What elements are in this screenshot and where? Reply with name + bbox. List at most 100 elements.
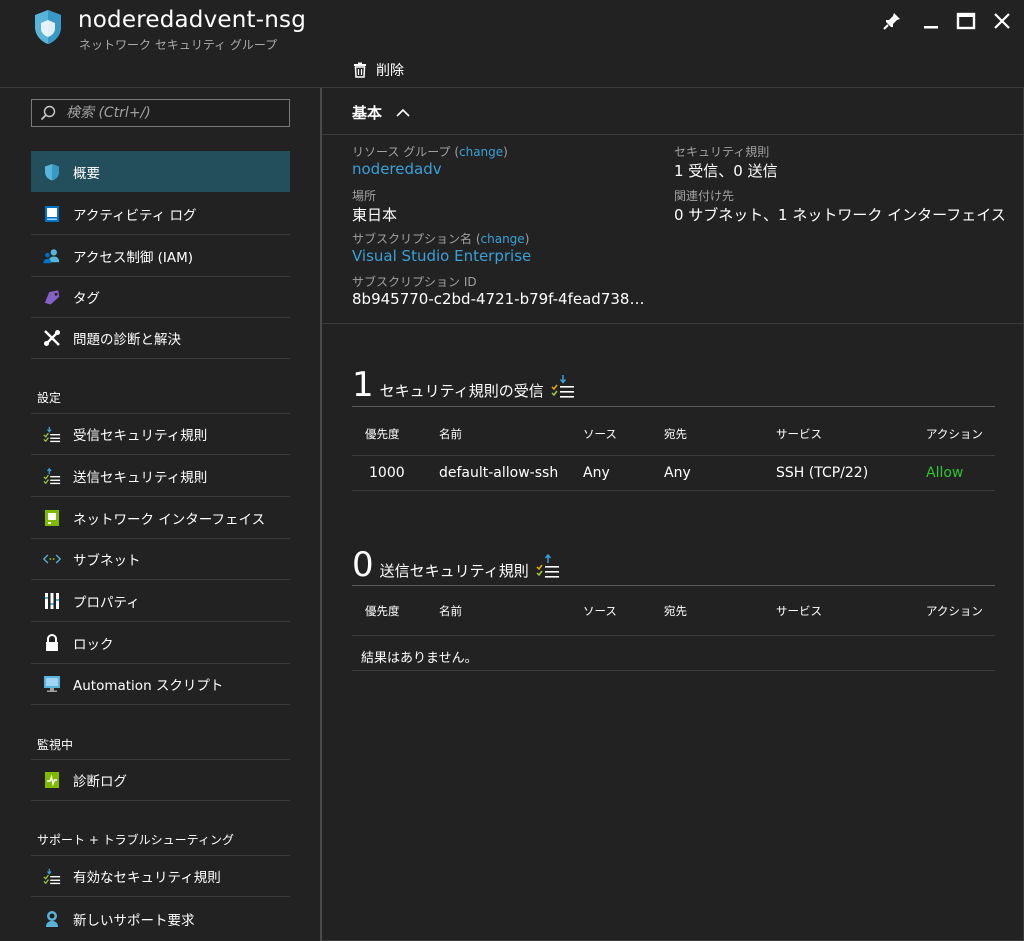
- sidebar-item-properties[interactable]: プロパティ: [31, 581, 290, 622]
- security-rules-label: セキュリティ規則: [674, 145, 770, 159]
- resource-group-value[interactable]: noderedadv: [352, 160, 442, 178]
- inbound-title: セキュリティ規則の受信: [379, 382, 544, 400]
- users-icon: [43, 247, 61, 265]
- sidebar-item-access-control[interactable]: アクセス制御 (IAM): [31, 236, 290, 277]
- sidebar-item-label: タグ: [73, 291, 100, 307]
- inbound-col-source[interactable]: ソース: [583, 426, 617, 442]
- delete-button[interactable]: 削除: [352, 60, 404, 80]
- resource-group-label-text: リソース グループ: [352, 145, 451, 159]
- support-icon: [43, 910, 61, 928]
- resource-group-change-link[interactable]: change: [459, 145, 503, 159]
- sidebar-item-label: 診断ログ: [73, 774, 127, 790]
- sidebar-item-overview[interactable]: 概要: [31, 151, 290, 192]
- sidebar-item-label: 概要: [73, 165, 100, 182]
- sidebar-item-label: 送信セキュリティ規則: [73, 470, 208, 486]
- inbound-col-priority[interactable]: 優先度: [365, 426, 400, 442]
- sidebar-item-locks[interactable]: ロック: [31, 623, 290, 664]
- page-subtitle: ネットワーク セキュリティ グループ: [79, 38, 278, 52]
- nic-icon: [43, 509, 61, 527]
- inbound-header-rule: [352, 455, 995, 456]
- outbound-col-name[interactable]: 名前: [439, 603, 462, 619]
- diagnostics-icon: [43, 771, 61, 789]
- inbound-col-service[interactable]: サービス: [776, 426, 822, 442]
- sidebar-item-inbound-rules[interactable]: 受信セキュリティ規則: [31, 414, 290, 455]
- inbound-row-rule: [352, 490, 995, 491]
- outbound-rules-heading[interactable]: 0 送信セキュリティ規則: [352, 548, 561, 582]
- sidebar-item-automation-script[interactable]: Automation スクリプト: [31, 664, 290, 705]
- security-rules-value[interactable]: 1 受信、0 送信: [674, 160, 778, 181]
- pin-icon[interactable]: [881, 10, 903, 32]
- subscription-label: サブスクリプション名 (change): [352, 232, 530, 246]
- essentials-heading: 基本: [352, 104, 383, 122]
- inbound-rules-heading[interactable]: 1 セキュリティ規則の受信: [352, 368, 576, 402]
- inbound-col-name[interactable]: 名前: [439, 426, 462, 442]
- location-label: 場所: [352, 189, 377, 203]
- subscription-change-link[interactable]: change: [481, 232, 525, 246]
- section-title-monitoring: 監視中: [37, 738, 74, 752]
- inbound-row-destination[interactable]: Any: [664, 465, 691, 481]
- inbound-row-action[interactable]: Allow: [926, 465, 963, 481]
- sidebar-item-label: 有効なセキュリティ規則: [73, 870, 221, 886]
- inbound-row-name[interactable]: default-allow-ssh: [439, 465, 558, 481]
- sidebar-item-label: 新しいサポート要求: [73, 912, 195, 929]
- search-input[interactable]: [66, 105, 276, 121]
- subscription-value[interactable]: Visual Studio Enterprise: [352, 247, 531, 265]
- outbound-empty-text: 結果はありません。: [361, 651, 478, 666]
- outbound-table-top-rule: [352, 585, 995, 586]
- inbound-table-top-rule: [352, 406, 995, 407]
- inbound-row-source[interactable]: Any: [583, 465, 610, 481]
- sidebar-item-new-support-request[interactable]: 新しいサポート要求: [31, 898, 290, 939]
- outbound-count: 0: [352, 545, 374, 585]
- sidebar-item-activity-log[interactable]: アクティビティ ログ: [31, 194, 290, 235]
- outbound-icon: [43, 467, 61, 485]
- subnet-icon: [43, 550, 61, 568]
- sidebar-item-label: サブネット: [73, 553, 141, 569]
- inbound-col-destination[interactable]: 宛先: [664, 426, 687, 442]
- sidebar-item-label: アクティビティ ログ: [73, 208, 197, 224]
- outbound-col-destination[interactable]: 宛先: [664, 603, 687, 619]
- outbound-rules-icon: [536, 554, 559, 578]
- sidebar-item-outbound-rules[interactable]: 送信セキュリティ規則: [31, 456, 290, 497]
- inbound-icon: [43, 425, 61, 443]
- shield-icon: [43, 163, 61, 181]
- outbound-col-action[interactable]: アクション: [926, 603, 983, 619]
- outbound-col-priority[interactable]: 優先度: [365, 603, 400, 619]
- resource-group-label: リソース グループ (change): [352, 145, 508, 159]
- outbound-col-service[interactable]: サービス: [776, 603, 822, 619]
- outbound-col-source[interactable]: ソース: [583, 603, 617, 619]
- inbound-row-service[interactable]: SSH (TCP/22): [776, 465, 868, 481]
- essentials-toggle[interactable]: 基本: [352, 102, 410, 123]
- delete-label: 削除: [376, 63, 404, 79]
- location-value: 東日本: [352, 206, 398, 224]
- sidebar-item-label: ロック: [73, 637, 114, 653]
- monitor-icon: [43, 675, 61, 693]
- inbound-rules-icon: [551, 375, 574, 398]
- sidebar-item-diagnostic-logs[interactable]: 診断ログ: [31, 760, 290, 801]
- tag-icon: [43, 288, 61, 306]
- shield-logo-icon: [35, 10, 61, 44]
- outbound-header-rule: [352, 635, 995, 636]
- sidebar-item-label: 問題の診断と解決: [73, 332, 181, 348]
- inbound-row-priority[interactable]: 1000: [369, 465, 405, 481]
- inbound-col-action[interactable]: アクション: [926, 426, 983, 442]
- maximize-icon[interactable]: [955, 10, 977, 32]
- inbound-count: 1: [352, 365, 374, 405]
- search-box[interactable]: [31, 99, 290, 127]
- essentials-bottom-divider: [322, 323, 1024, 324]
- sidebar-item-network-interfaces[interactable]: ネットワーク インターフェイス: [31, 498, 290, 539]
- minimize-icon[interactable]: [920, 10, 942, 32]
- sidebar-item-subnets[interactable]: サブネット: [31, 539, 290, 580]
- sidebar-item-effective-rules[interactable]: 有効なセキュリティ規則: [31, 856, 290, 897]
- sidebar-item-label: 受信セキュリティ規則: [73, 428, 208, 444]
- subscription-id-label: サブスクリプション ID: [352, 275, 477, 289]
- effective-rules-icon: [43, 867, 61, 885]
- sidebar-item-tags[interactable]: タグ: [31, 277, 290, 318]
- sidebar-item-diagnose-solve[interactable]: 問題の診断と解決: [31, 318, 290, 359]
- outbound-title: 送信セキュリティ規則: [379, 562, 529, 580]
- outbound-row-rule: [352, 670, 995, 671]
- close-icon[interactable]: [991, 10, 1013, 32]
- associated-value[interactable]: 0 サブネット、1 ネットワーク インターフェイス: [674, 204, 1006, 225]
- blade-header: noderedadvent-nsg ネットワーク セキュリティ グループ 削除: [0, 0, 1024, 88]
- log-icon: [43, 205, 61, 223]
- chevron-up-icon: [396, 108, 410, 117]
